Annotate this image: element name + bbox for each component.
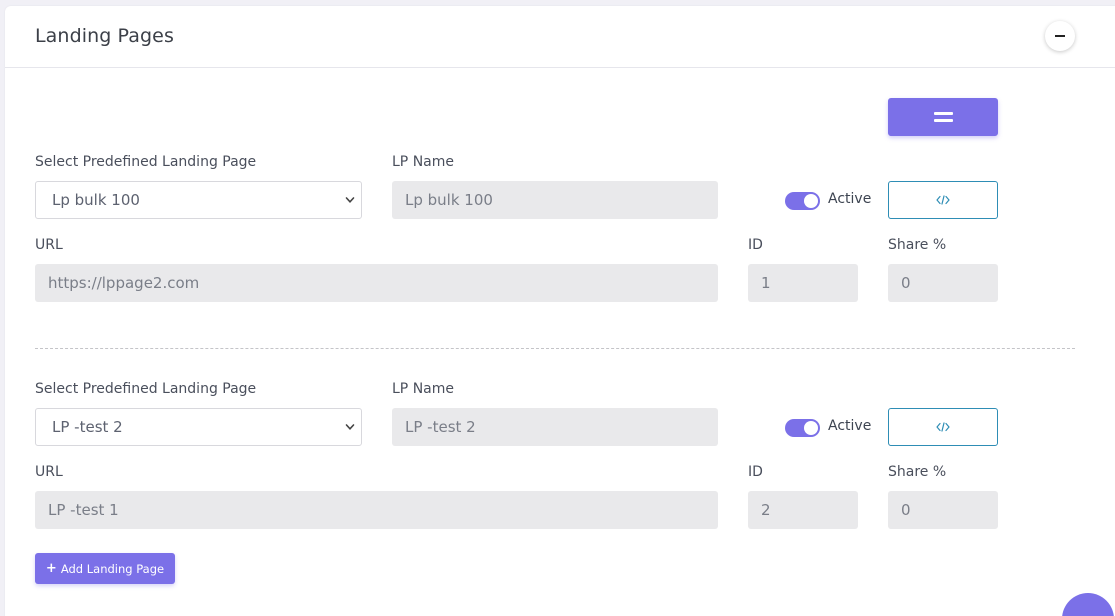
lp-name-field[interactable]: LP -test 2 bbox=[392, 408, 718, 446]
active-toggle[interactable] bbox=[785, 192, 820, 210]
collapse-button[interactable] bbox=[1045, 21, 1075, 51]
url-field[interactable]: https://lppage2.com bbox=[35, 264, 718, 302]
select-lp-dropdown[interactable]: LP -test 2 bbox=[35, 408, 362, 446]
share-field[interactable]: 0 bbox=[888, 491, 998, 529]
active-toggle[interactable] bbox=[785, 419, 820, 437]
active-label: Active bbox=[828, 418, 872, 434]
select-lp-label: Select Predefined Landing Page bbox=[35, 154, 257, 170]
select-lp-dropdown[interactable]: Lp bulk 100 bbox=[35, 181, 362, 219]
chevron-down-icon bbox=[345, 197, 355, 203]
share-field[interactable]: 0 bbox=[888, 264, 998, 302]
select-lp-value: LP -test 2 bbox=[52, 418, 123, 436]
add-landing-page-label: Add Landing Page bbox=[60, 561, 165, 576]
share-label: Share % bbox=[888, 464, 947, 480]
code-icon bbox=[936, 422, 950, 432]
drag-handle-button[interactable] bbox=[888, 98, 998, 136]
code-button[interactable] bbox=[888, 181, 998, 219]
drag-handle-icon bbox=[933, 112, 953, 115]
share-label: Share % bbox=[888, 237, 947, 253]
url-field[interactable]: LP -test 1 bbox=[35, 491, 718, 529]
id-field[interactable]: 2 bbox=[748, 491, 858, 529]
active-label: Active bbox=[828, 191, 872, 207]
chevron-down-icon bbox=[345, 424, 355, 430]
select-lp-label: Select Predefined Landing Page bbox=[35, 381, 257, 397]
select-lp-value: Lp bulk 100 bbox=[52, 191, 140, 209]
landing-pages-card: Landing Pages Select Predefined Landing … bbox=[5, 6, 1115, 616]
code-button[interactable] bbox=[888, 408, 998, 446]
url-label: URL bbox=[35, 464, 63, 480]
id-field[interactable]: 1 bbox=[748, 264, 858, 302]
card-title: Landing Pages bbox=[35, 25, 174, 47]
divider bbox=[35, 348, 1075, 349]
code-icon bbox=[936, 195, 950, 205]
id-label: ID bbox=[748, 237, 763, 253]
lp-name-label: LP Name bbox=[392, 154, 454, 170]
lp-name-label: LP Name bbox=[392, 381, 454, 397]
lp-name-field[interactable]: Lp bulk 100 bbox=[392, 181, 718, 219]
card-header: Landing Pages bbox=[5, 6, 1115, 68]
plus-icon: + bbox=[45, 561, 57, 576]
minus-icon bbox=[1055, 35, 1065, 37]
url-label: URL bbox=[35, 237, 63, 253]
add-landing-page-button[interactable]: + Add Landing Page bbox=[35, 553, 175, 584]
id-label: ID bbox=[748, 464, 763, 480]
